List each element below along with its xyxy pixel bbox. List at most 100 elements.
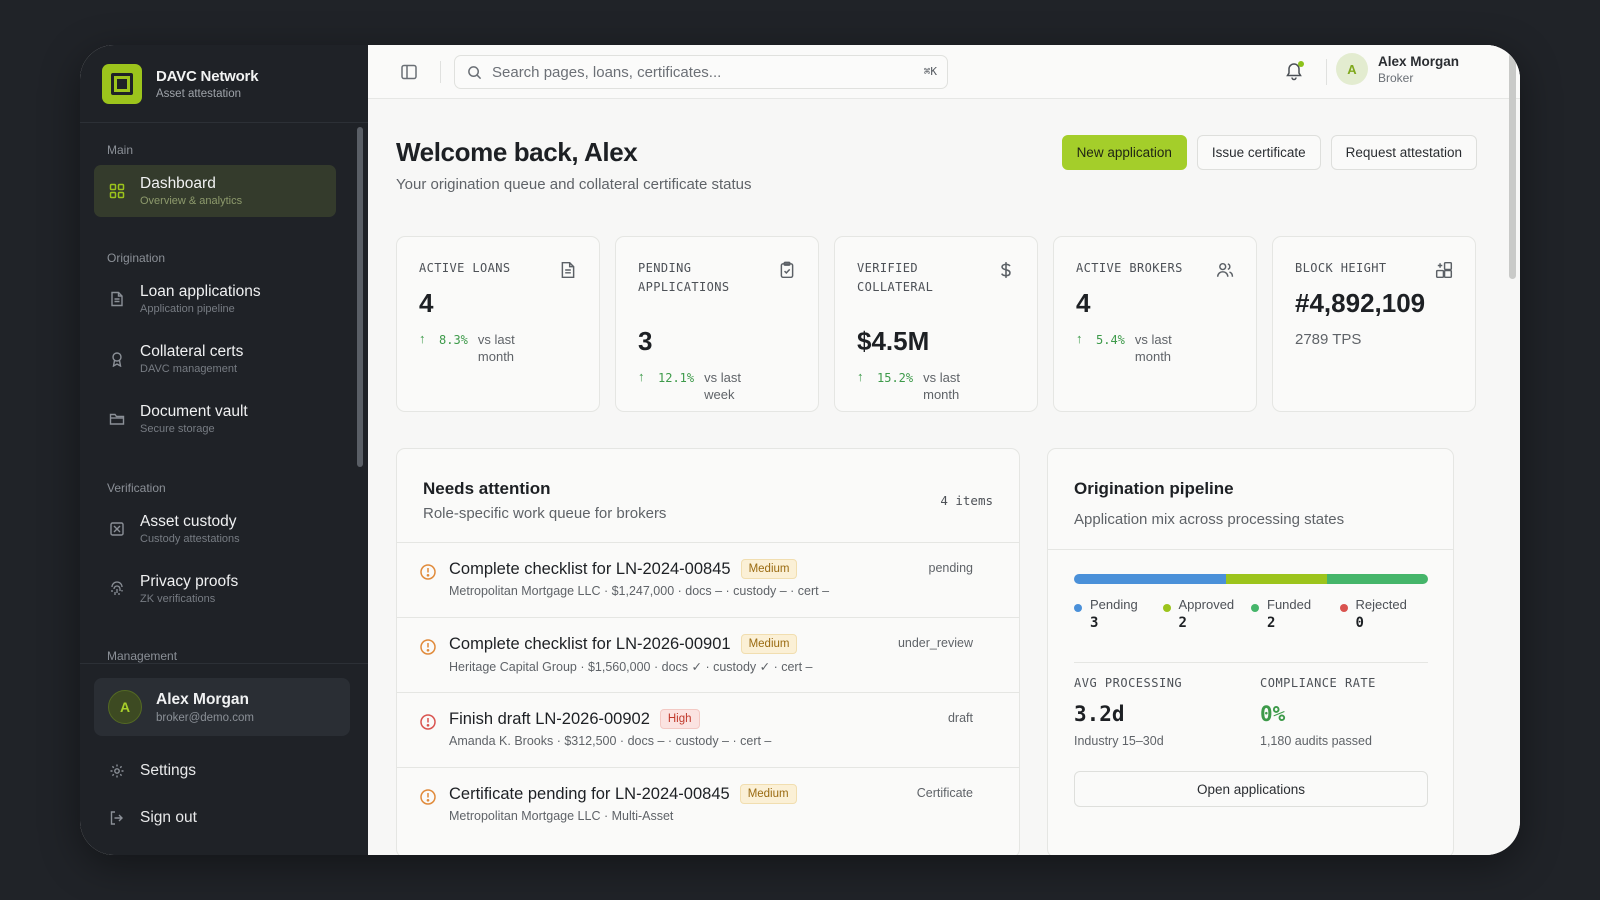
pipeline-segment-approved — [1225, 574, 1327, 584]
award-icon — [108, 350, 126, 368]
trend-compare: vs last month — [477, 332, 515, 364]
stat-card-block-height[interactable]: Block height #4,892,109 2789 TPS — [1272, 236, 1476, 412]
sidebar-item-document-vault[interactable]: Document vault Secure storage — [94, 393, 336, 445]
brand[interactable]: DAVC Network Asset attestation — [80, 45, 368, 123]
legend-dot — [1251, 604, 1259, 612]
stat-subtext: 2789 TPS — [1295, 331, 1362, 348]
row-meta: Amanda K. Brooks · $312,500 · docs – · c… — [449, 734, 772, 748]
legend-name: Pending — [1090, 597, 1138, 612]
sidebar-item-title: Document vault — [140, 403, 248, 420]
metric-compliance-rate: COMPLIANCE RATE 0% 1,180 audits passed — [1260, 676, 1446, 748]
stat-value: $4.5M — [857, 326, 930, 356]
sidebar-item-asset-custody[interactable]: Asset custody Custody attestations — [94, 503, 336, 555]
search-box[interactable]: ⌘K — [454, 55, 948, 89]
metric-value: 3.2d — [1074, 702, 1125, 726]
priority-badge: Medium — [740, 634, 798, 654]
document-icon — [108, 290, 126, 308]
status-label: draft — [947, 711, 973, 725]
sidebar-item-desc: ZK verifications — [140, 593, 216, 605]
main-content: ⌘K A Alex Morgan Broker Welcome back, Al… — [368, 45, 1520, 855]
section-label-origination: Origination — [107, 251, 166, 265]
table-row[interactable]: Certificate pending for LN-2024-00845 Me… — [397, 768, 1019, 843]
sidebar-item-desc: Overview & analytics — [140, 195, 243, 207]
metric-subtext: Industry 15–30d — [1074, 734, 1164, 748]
sign-out-link[interactable]: Sign out — [108, 809, 197, 827]
request-attestation-button[interactable]: Request attestation — [1330, 135, 1477, 170]
sidebar-item-desc: DAVC management — [140, 363, 238, 375]
needs-attention-card: Needs attention Role-specific work queue… — [396, 448, 1020, 855]
legend-item-approved: Approved 2 — [1162, 597, 1252, 631]
stat-value: 4 — [419, 288, 434, 318]
table-row[interactable]: Complete checklist for LN-2026-00901 Med… — [397, 618, 1019, 693]
settings-link[interactable]: Settings — [108, 762, 196, 780]
section-label-main: Main — [107, 143, 134, 157]
priority-badge: High — [659, 709, 700, 729]
main-scrollbar[interactable] — [1509, 53, 1516, 279]
sidebar-item-dashboard[interactable]: Dashboard Overview & analytics — [94, 165, 336, 217]
stat-value: 4 — [1076, 288, 1091, 318]
logout-icon — [108, 809, 126, 827]
sidebar-item-privacy-proofs[interactable]: Privacy proofs ZK verifications — [94, 563, 336, 615]
blocks-icon — [1435, 261, 1453, 279]
arrow-up-icon: ↑ — [638, 369, 645, 384]
row-title: Complete checklist for LN-2024-00845 — [449, 559, 731, 578]
sidebar-item-title: Loan applications — [140, 283, 261, 300]
alert-circle-icon — [419, 638, 437, 656]
sidebar-item-desc: Application pipeline — [140, 303, 235, 315]
search-input[interactable] — [492, 63, 892, 81]
metric-avg-processing: AVG PROCESSING 3.2d Industry 15–30d — [1074, 676, 1260, 748]
sidebar-item-title: Privacy proofs — [140, 573, 239, 590]
folder-icon — [108, 410, 126, 428]
document-icon — [559, 261, 577, 279]
avatar: A — [108, 690, 142, 724]
user-menu[interactable]: A Alex Morgan Broker — [1336, 53, 1459, 85]
users-icon — [1216, 261, 1234, 279]
page-title: Welcome back, Alex — [396, 137, 638, 167]
stat-card-active-brokers[interactable]: Active brokers 4 ↑ 5.4% vs last month — [1053, 236, 1257, 412]
legend-value: 2 — [1267, 615, 1276, 631]
brand-logo-icon — [102, 63, 142, 104]
card-header: Origination pipeline Application mix acr… — [1048, 449, 1453, 550]
user-role: Broker — [1378, 70, 1414, 85]
legend-name: Funded — [1267, 597, 1312, 612]
sidebar: DAVC Network Asset attestation Main Dash… — [80, 45, 368, 855]
section-label-management: Management — [107, 649, 178, 663]
card-subtitle: Application mix across processing states — [1074, 511, 1345, 528]
legend-value: 3 — [1090, 615, 1099, 631]
metric-subtext: 1,180 audits passed — [1260, 734, 1372, 748]
grid-icon — [108, 182, 126, 200]
custody-icon — [108, 520, 126, 538]
sidebar-item-title: Collateral certs — [140, 343, 244, 360]
trend-compare: vs last month — [923, 370, 960, 402]
legend-name: Approved — [1178, 597, 1235, 612]
issue-certificate-button[interactable]: Issue certificate — [1196, 135, 1321, 170]
sidebar-nav: Main Dashboard Overview & analytics Orig… — [80, 123, 368, 663]
page-subtitle: Your origination queue and collateral ce… — [396, 176, 752, 193]
stat-card-verified-collateral[interactable]: Verified collateral $4.5M ↑ 15.2% vs las… — [834, 236, 1038, 412]
arrow-up-icon: ↑ — [1076, 331, 1083, 346]
table-row[interactable]: Finish draft LN-2026-00902 High Amanda K… — [397, 693, 1019, 768]
pipeline-segment-funded — [1326, 574, 1428, 584]
sidebar-toggle-icon[interactable] — [400, 63, 418, 81]
status-label: under_review — [897, 636, 973, 650]
pipeline-stacked-bar — [1074, 574, 1428, 584]
open-applications-button[interactable]: Open applications — [1074, 771, 1428, 807]
trend-percent: 15.2% — [877, 371, 914, 385]
stat-label: Active loans — [419, 261, 511, 275]
sidebar-item-loan-applications[interactable]: Loan applications Application pipeline — [94, 273, 336, 325]
sidebar-item-collateral-certs[interactable]: Collateral certs DAVC management — [94, 333, 336, 385]
notifications-button[interactable] — [1284, 61, 1304, 81]
sidebar-scrollbar[interactable] — [357, 127, 363, 467]
table-row[interactable]: Complete checklist for LN-2024-00845 Med… — [397, 543, 1019, 618]
metric-label: COMPLIANCE RATE — [1260, 676, 1376, 690]
stat-card-pending-applications[interactable]: Pending applications 3 ↑ 12.1% vs last w… — [615, 236, 819, 412]
status-label: pending — [928, 561, 974, 575]
new-application-button[interactable]: New application — [1061, 135, 1187, 170]
stat-card-active-loans[interactable]: Active loans 4 ↑ 8.3% vs last month — [396, 236, 600, 412]
brand-subtitle: Asset attestation — [156, 87, 242, 100]
sidebar-user-card[interactable]: A Alex Morgan broker@demo.com — [94, 678, 350, 736]
user-email: broker@demo.com — [156, 711, 254, 724]
stat-trend: ↑ 5.4% vs last month — [1076, 331, 1234, 365]
legend-item-pending: Pending 3 — [1074, 597, 1163, 631]
stat-value: 3 — [638, 326, 653, 356]
